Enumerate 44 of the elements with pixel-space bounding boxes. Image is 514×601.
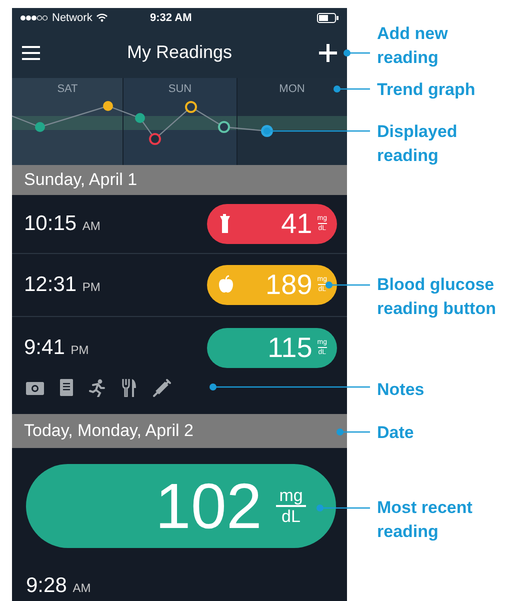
signal-icon bbox=[20, 14, 48, 21]
reading-time: 12:31 PM bbox=[24, 272, 100, 298]
unit-text: mg bbox=[279, 486, 303, 504]
data-point bbox=[218, 120, 230, 132]
syringe-icon[interactable] bbox=[153, 378, 171, 396]
day-label: SUN bbox=[168, 82, 192, 94]
date-header: Today, Monday, April 2 bbox=[24, 420, 194, 442]
callout-label: Date bbox=[377, 422, 414, 444]
apple-icon bbox=[217, 275, 235, 294]
leader-line bbox=[316, 504, 370, 512]
day-label: MON bbox=[279, 82, 305, 94]
status-time: 9:32 AM bbox=[150, 10, 192, 26]
leader-line bbox=[326, 282, 370, 288]
battery-icon bbox=[317, 12, 339, 23]
callout-label: Add new reading bbox=[377, 23, 448, 69]
callout-label: Most recent reading bbox=[377, 497, 472, 543]
callout-label: Displayed reading bbox=[377, 121, 458, 167]
callout-label: Trend graph bbox=[377, 79, 476, 101]
leader-line bbox=[336, 428, 370, 436]
reading-time: 9:28 AM bbox=[26, 572, 91, 598]
document-icon[interactable] bbox=[60, 379, 73, 396]
camera-icon[interactable] bbox=[26, 380, 44, 394]
callout-label: Blood glucose reading button bbox=[377, 274, 496, 320]
utensils-icon[interactable] bbox=[122, 378, 137, 396]
data-point bbox=[149, 132, 161, 144]
reading-time: 10:15 AM bbox=[24, 210, 100, 237]
glucose-reading-button[interactable]: 102 mg dL bbox=[26, 464, 336, 548]
data-point bbox=[185, 100, 197, 112]
leader-line bbox=[344, 50, 370, 56]
screen-title: My Readings bbox=[126, 41, 232, 64]
data-point bbox=[103, 100, 113, 110]
carrier-name: Network bbox=[52, 10, 92, 26]
wifi-icon bbox=[96, 13, 108, 22]
unit-text: dL bbox=[282, 508, 300, 524]
date-header: Sunday, April 1 bbox=[24, 168, 138, 191]
leader-line bbox=[334, 86, 370, 92]
add-icon[interactable] bbox=[318, 44, 337, 62]
data-point bbox=[35, 122, 45, 132]
running-figure-icon[interactable] bbox=[89, 378, 106, 396]
data-point bbox=[135, 112, 145, 122]
day-label: SAT bbox=[57, 82, 78, 94]
callout-label: Notes bbox=[377, 379, 424, 401]
menu-icon[interactable] bbox=[22, 46, 40, 60]
reading-time: 9:41 PM bbox=[24, 334, 89, 361]
